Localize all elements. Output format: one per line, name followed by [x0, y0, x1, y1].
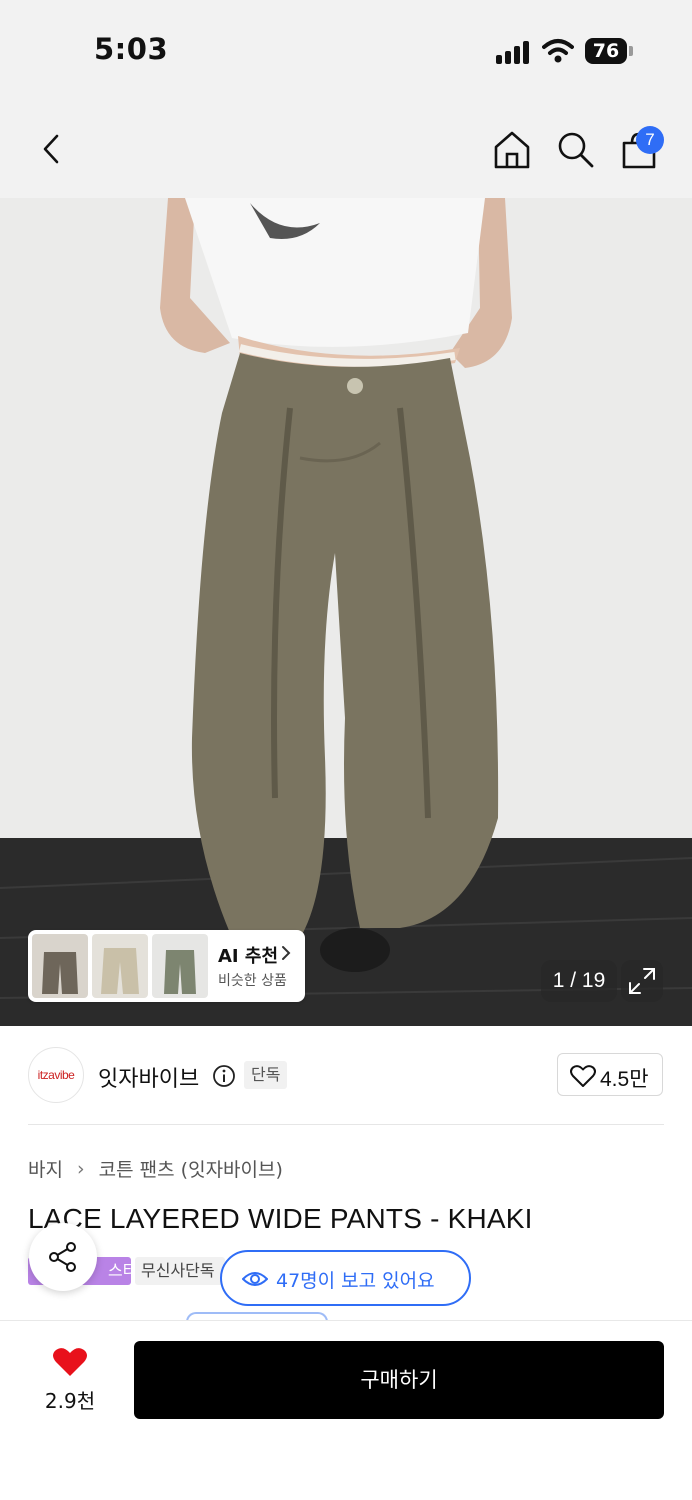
brand-like-button[interactable]: 4.5만 — [557, 1053, 663, 1096]
product-title: LACE LAYERED WIDE PANTS - KHAKI — [28, 1203, 533, 1234]
exclusive-badge: 단독 — [244, 1061, 288, 1089]
info-icon[interactable] — [212, 1064, 236, 1088]
ai-recommendation-card[interactable]: AI 추천 비슷한 상품 — [28, 930, 305, 1002]
brand-logo[interactable]: itzavibe — [28, 1047, 84, 1103]
battery-level: 76 — [585, 38, 627, 64]
heart-outline-icon — [570, 1065, 596, 1087]
cellular-signal-icon — [496, 40, 532, 64]
viewers-text: 47명이 보고 있어요 — [276, 1270, 435, 1292]
product-image[interactable] — [0, 198, 692, 1026]
brand-like-count: 4.5만 — [600, 1068, 649, 1091]
share-icon — [49, 1242, 76, 1272]
heart-filled-icon[interactable] — [52, 1346, 88, 1378]
breadcrumb-subcategory[interactable]: 코튼 팬츠 (잇자바이브) — [99, 1159, 283, 1181]
recommendation-thumbnail[interactable] — [32, 934, 88, 998]
home-icon[interactable] — [489, 126, 535, 172]
viewers-pill: 47명이 보고 있어요 — [220, 1250, 471, 1306]
status-bar: 5:03 76 — [0, 0, 692, 100]
brand-name[interactable]: 잇자바이브 — [98, 1061, 199, 1093]
search-icon[interactable] — [552, 126, 598, 172]
share-button[interactable] — [29, 1223, 97, 1291]
recommendation-thumbnail[interactable] — [92, 934, 148, 998]
battery-icon: 76 — [585, 38, 633, 64]
breadcrumb: 바지 › 코튼 팬츠 (잇자바이브) — [28, 1155, 283, 1182]
product-tag-exclusive: 무신사단독 — [135, 1257, 225, 1285]
cart-count-badge: 7 — [636, 126, 664, 154]
breadcrumb-separator-icon: › — [77, 1157, 85, 1180]
chevron-left-icon[interactable] — [28, 126, 74, 172]
wishlist-count: 2.9천 — [44, 1389, 96, 1413]
wifi-icon — [542, 39, 574, 63]
expand-button[interactable] — [621, 960, 663, 1002]
status-time: 5:03 — [94, 32, 169, 66]
top-nav — [0, 100, 692, 198]
recommendation-thumbnail[interactable] — [152, 934, 208, 998]
image-counter: 1 / 19 — [541, 960, 617, 1002]
ai-recommend-subtitle: 비슷한 상품 — [218, 973, 287, 989]
buy-button[interactable]: 구매하기 — [134, 1341, 664, 1419]
ai-recommend-title: AI 추천 — [218, 946, 279, 967]
expand-icon — [629, 968, 655, 994]
eye-icon — [242, 1272, 268, 1286]
divider — [28, 1124, 664, 1125]
breadcrumb-category[interactable]: 바지 — [28, 1159, 63, 1181]
chevron-right-icon — [282, 946, 291, 960]
